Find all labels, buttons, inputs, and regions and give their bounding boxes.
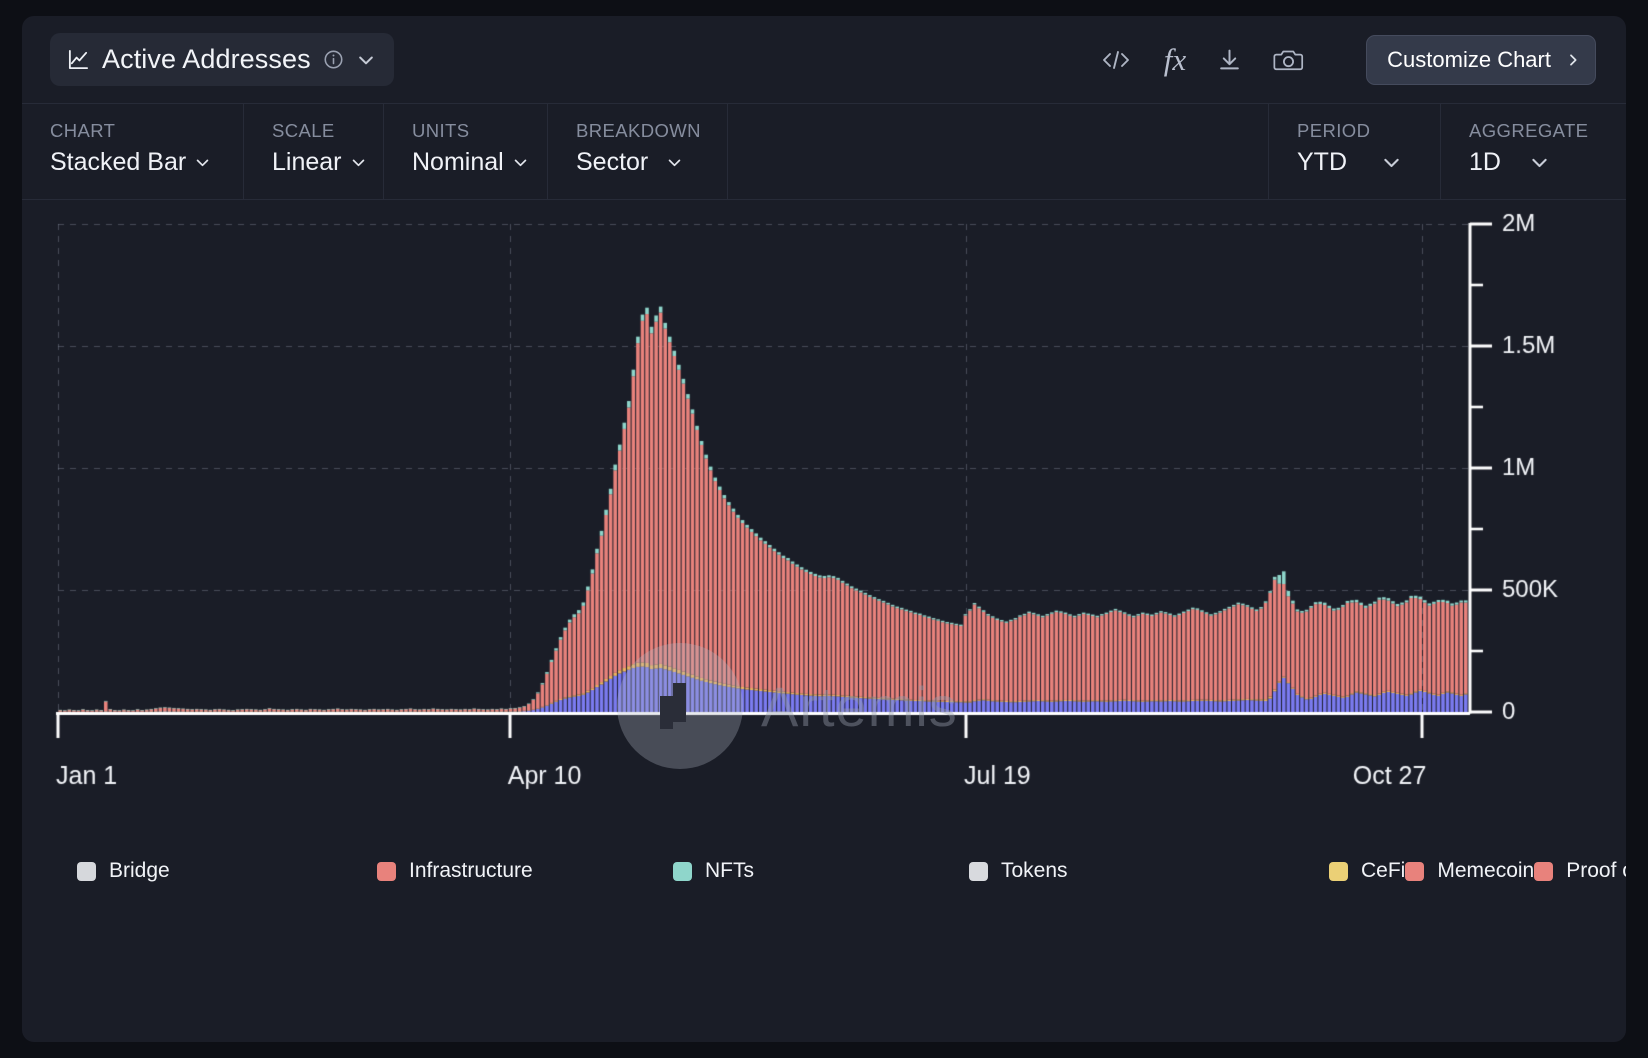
legend-label: Proof of Work <box>1566 859 1626 883</box>
legend-label: Memecoin <box>1437 859 1534 883</box>
control-value: YTD <box>1297 149 1347 177</box>
header-actions: fx Customize Chart <box>1099 35 1596 85</box>
stacked-bar-chart[interactable] <box>22 200 1626 800</box>
chevron-down-icon <box>1529 152 1550 173</box>
control-value: Linear <box>272 149 342 177</box>
screenshot-button[interactable] <box>1273 47 1304 73</box>
legend-label: Tokens <box>1001 859 1068 883</box>
fx-icon: fx <box>1164 44 1186 75</box>
control-units[interactable]: UNITS Nominal <box>384 104 548 199</box>
chevron-down-icon <box>350 154 367 171</box>
download-icon <box>1217 47 1242 73</box>
code-icon <box>1099 48 1133 72</box>
control-label: UNITS <box>412 120 547 142</box>
legend-label: Bridge <box>109 859 170 883</box>
chart-panel: Active Addresses <box>22 16 1626 1042</box>
legend-swatch <box>1405 862 1424 881</box>
control-value: 1D <box>1469 149 1501 177</box>
legend-item[interactable]: Bridge <box>77 854 377 888</box>
controls-spacer <box>728 104 1269 199</box>
legend-item[interactable]: NFTs <box>673 854 969 888</box>
formula-button[interactable]: fx <box>1164 44 1186 75</box>
control-value: Sector <box>576 149 648 177</box>
chart-controls: CHART Stacked Bar SCALE Linear UNITS Nom… <box>22 104 1626 200</box>
legend-label: CeFi <box>1361 859 1405 883</box>
chevron-down-icon <box>666 154 683 171</box>
control-label: PERIOD <box>1297 120 1440 142</box>
legend-swatch <box>1329 862 1348 881</box>
control-value: Stacked Bar <box>50 149 186 177</box>
control-label: AGGREGATE <box>1469 120 1626 142</box>
info-icon[interactable] <box>323 49 344 70</box>
legend-swatch <box>1534 862 1553 881</box>
customize-chart-label: Customize Chart <box>1387 47 1551 73</box>
legend-item[interactable]: Memecoin <box>1405 854 1534 888</box>
control-label: BREAKDOWN <box>576 120 727 142</box>
line-chart-icon <box>67 48 90 71</box>
page-title: Active Addresses <box>102 44 311 75</box>
download-button[interactable] <box>1217 47 1242 73</box>
legend-label: Infrastructure <box>409 859 533 883</box>
chart-area: Artemis <box>22 200 1626 800</box>
control-scale[interactable]: SCALE Linear <box>244 104 384 199</box>
chevron-down-icon <box>1381 152 1402 173</box>
control-breakdown[interactable]: BREAKDOWN Sector <box>548 104 728 199</box>
legend-swatch <box>77 862 96 881</box>
control-label: SCALE <box>272 120 383 142</box>
legend-item[interactable]: Proof of Work <box>1534 854 1626 888</box>
chevron-down-icon <box>194 154 211 171</box>
chevron-down-icon <box>512 154 529 171</box>
control-label: CHART <box>50 120 243 142</box>
control-chart-type[interactable]: CHART Stacked Bar <box>22 104 244 199</box>
control-period[interactable]: PERIOD YTD <box>1269 104 1441 199</box>
legend-item[interactable]: Tokens <box>969 854 1329 888</box>
legend-label: NFTs <box>705 859 754 883</box>
chevron-down-icon[interactable] <box>356 50 376 70</box>
legend-item[interactable]: CeFi <box>1329 854 1405 888</box>
chevron-right-icon <box>1565 52 1581 68</box>
panel-header: Active Addresses <box>22 16 1626 104</box>
embed-code-button[interactable] <box>1099 48 1133 72</box>
customize-chart-button[interactable]: Customize Chart <box>1366 35 1596 85</box>
control-aggregate[interactable]: AGGREGATE 1D <box>1441 104 1626 199</box>
control-value: Nominal <box>412 149 504 177</box>
legend-swatch <box>673 862 692 881</box>
camera-icon <box>1273 47 1304 73</box>
legend-item[interactable]: Infrastructure <box>377 854 673 888</box>
legend-swatch <box>969 862 988 881</box>
legend-swatch <box>377 862 396 881</box>
chart-legend: Bridge Infrastructure NFTs Tokens CeFi Memeco… <box>22 854 1626 888</box>
metric-selector[interactable]: Active Addresses <box>50 33 394 86</box>
